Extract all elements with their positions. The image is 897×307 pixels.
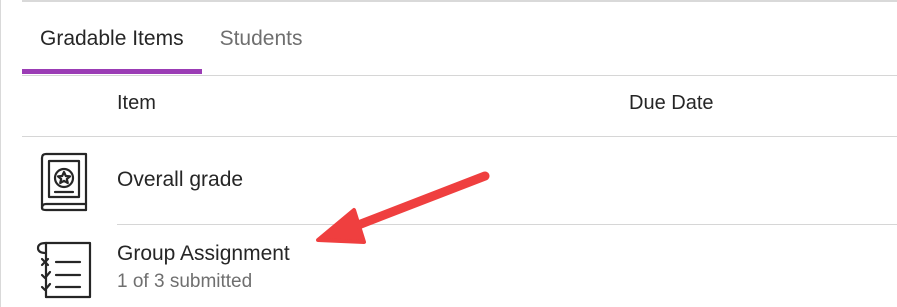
assignment-checklist-icon xyxy=(36,239,96,306)
red-arrow-annotation xyxy=(300,160,500,255)
submission-status: 1 of 3 submitted xyxy=(117,271,253,292)
row-divider xyxy=(117,224,897,225)
column-header-due-date[interactable]: Due Date xyxy=(629,92,714,115)
tab-bar: Gradable Items Students xyxy=(22,22,320,74)
top-border xyxy=(22,0,897,2)
row-title-group-assignment[interactable]: Group Assignment xyxy=(117,242,290,266)
row-title-overall-grade[interactable]: Overall grade xyxy=(117,168,243,192)
tab-gradable-items[interactable]: Gradable Items xyxy=(22,22,202,74)
gradebook-book-icon xyxy=(36,152,92,217)
table-header: Item Due Date xyxy=(0,76,897,136)
tab-students[interactable]: Students xyxy=(202,22,321,74)
column-header-item[interactable]: Item xyxy=(117,92,156,115)
